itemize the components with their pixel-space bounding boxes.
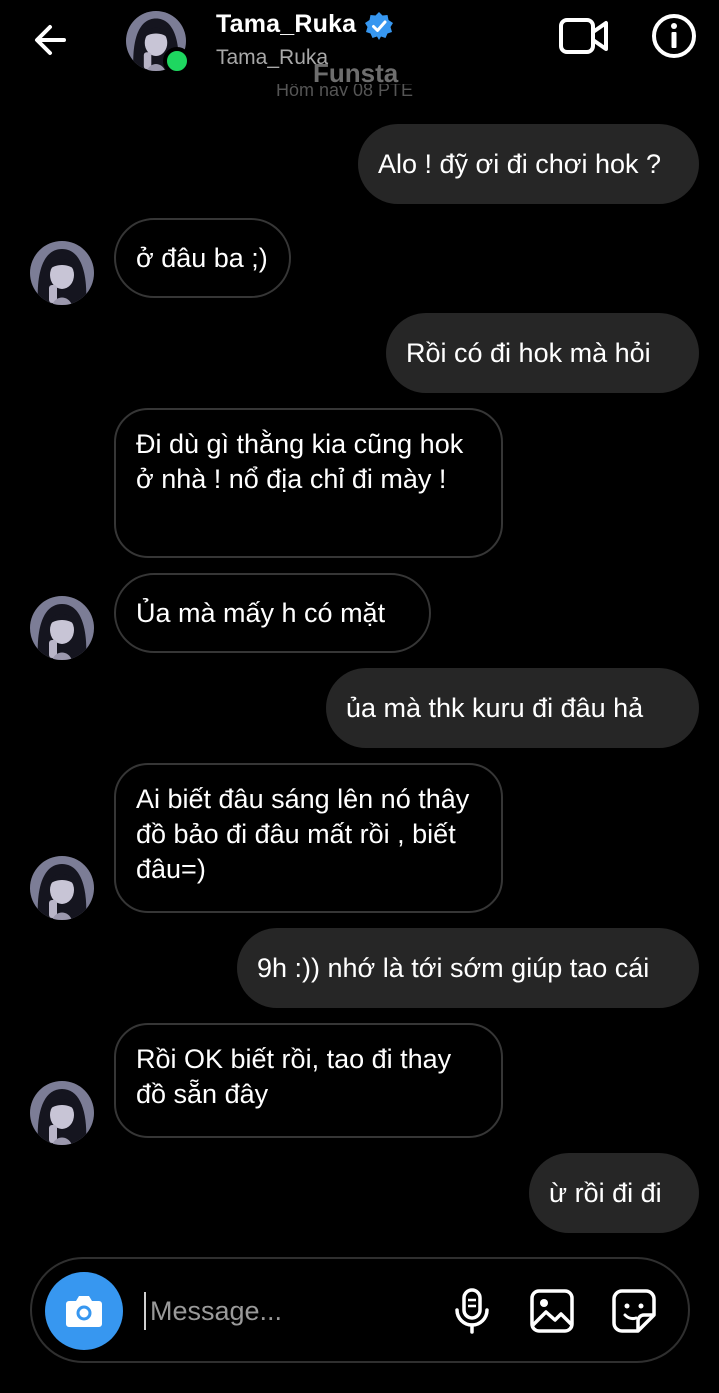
- text-caret: [144, 1292, 146, 1330]
- message-bubble-outgoing[interactable]: Rồi có đi hok mà hỏi: [386, 313, 699, 393]
- sender-avatar[interactable]: [30, 856, 94, 920]
- info-icon: [652, 14, 696, 58]
- back-button[interactable]: [30, 20, 70, 60]
- gallery-icon: [530, 1289, 574, 1333]
- verified-badge-icon: [364, 11, 394, 41]
- sender-avatar[interactable]: [30, 1081, 94, 1145]
- message-bubble-incoming[interactable]: Đi dù gì thằng kia cũng hok ở nhà ! nổ đ…: [114, 408, 503, 558]
- video-call-button[interactable]: [558, 14, 610, 58]
- message-bubble-incoming[interactable]: ở đâu ba ;): [114, 218, 291, 298]
- voice-message-button[interactable]: [450, 1287, 494, 1335]
- camera-icon: [66, 1296, 102, 1327]
- message-bubble-outgoing[interactable]: Alo ! đỹ ơi đi chơi hok ?: [358, 124, 699, 204]
- message-bubble-outgoing[interactable]: ủa mà thk kuru đi đâu hả: [326, 668, 699, 748]
- contact-username: Tama_Ruka: [216, 46, 329, 69]
- sender-avatar[interactable]: [30, 596, 94, 660]
- message-bubble-incoming[interactable]: Rồi OK biết rồi, tao đi thay đồ sẵn đây: [114, 1023, 503, 1138]
- arrow-left-icon: [35, 25, 66, 55]
- message-bubble-outgoing[interactable]: 9h :)) nhớ là tới sớm giúp tao cái: [237, 928, 699, 1008]
- sticker-button[interactable]: [610, 1287, 658, 1335]
- message-composer: [30, 1257, 690, 1363]
- info-button[interactable]: [650, 12, 698, 60]
- contact-name[interactable]: Tama_Ruka: [216, 10, 356, 39]
- online-status-dot: [163, 47, 191, 75]
- sender-avatar[interactable]: [30, 241, 94, 305]
- message-bubble-incoming[interactable]: Ủa mà mấy h có mặt: [114, 573, 431, 653]
- message-bubble-outgoing[interactable]: ừ rồi đi đi: [529, 1153, 699, 1233]
- camera-button[interactable]: [45, 1272, 123, 1350]
- conversation-timestamp: Hôm nay 08 PTE: [276, 84, 414, 96]
- gallery-button[interactable]: [528, 1287, 576, 1335]
- microphone-icon: [455, 1288, 489, 1334]
- message-input[interactable]: [148, 1287, 432, 1335]
- sticker-icon: [612, 1289, 656, 1333]
- video-call-icon: [559, 18, 608, 54]
- chat-header: Tama_Ruka Tama_Ruka Funsta Hôm nay 08 PT…: [0, 0, 719, 100]
- message-bubble-incoming[interactable]: Ai biết đâu sáng lên nó thây đồ bảo đi đ…: [114, 763, 503, 913]
